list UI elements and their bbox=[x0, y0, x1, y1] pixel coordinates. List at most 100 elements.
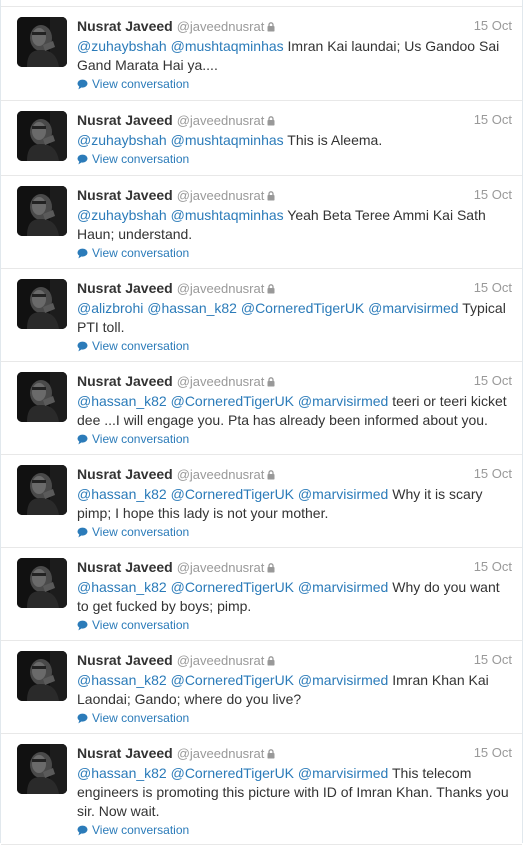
mention-link[interactable]: @marvisirmed bbox=[368, 300, 458, 316]
tweet-body: This is Aleema. bbox=[287, 132, 383, 148]
view-conversation-label: View conversation bbox=[92, 711, 190, 725]
tweet-timestamp[interactable]: 15 Oct bbox=[474, 464, 512, 484]
mention-link[interactable]: @hassan_k82 bbox=[147, 300, 237, 316]
tweet-item[interactable]: Nusrat Javeed @javeednusrat 15 Oct @zuhaybs… bbox=[1, 176, 522, 269]
lock-icon bbox=[267, 112, 275, 132]
author-handle[interactable]: @javeednusrat bbox=[177, 467, 265, 482]
author-name[interactable]: Nusrat Javeed bbox=[77, 373, 173, 389]
author-handle[interactable]: @javeednusrat bbox=[177, 19, 265, 34]
author-name[interactable]: Nusrat Javeed bbox=[77, 112, 173, 128]
view-conversation-link[interactable]: View conversation bbox=[77, 431, 512, 450]
mention-link[interactable]: @mushtaqminhas bbox=[171, 207, 284, 223]
mention-link[interactable]: @hassan_k82 bbox=[77, 486, 167, 502]
avatar[interactable] bbox=[17, 186, 67, 236]
view-conversation-link[interactable]: View conversation bbox=[77, 524, 512, 543]
mention-link[interactable]: @CorneredTigerUK bbox=[171, 579, 294, 595]
mention-link[interactable]: @CorneredTigerUK bbox=[171, 393, 294, 409]
tweet-timestamp[interactable]: 15 Oct bbox=[474, 110, 512, 130]
avatar[interactable] bbox=[17, 17, 67, 67]
mention-link[interactable]: @mushtaqminhas bbox=[171, 38, 284, 54]
tweet-timestamp[interactable]: 15 Oct bbox=[474, 557, 512, 577]
author-name[interactable]: Nusrat Javeed bbox=[77, 466, 173, 482]
author-name[interactable]: Nusrat Javeed bbox=[77, 187, 173, 203]
tweet-item[interactable]: Nusrat Javeed @javeednusrat 15 Oct @alizbro… bbox=[1, 269, 522, 362]
mention-link[interactable]: @marvisirmed bbox=[298, 765, 388, 781]
view-conversation-link[interactable]: View conversation bbox=[77, 76, 512, 95]
mention-link[interactable]: @zuhaybshah bbox=[77, 38, 167, 54]
mention-link[interactable]: @marvisirmed bbox=[298, 486, 388, 502]
avatar[interactable] bbox=[17, 651, 67, 701]
mention-link[interactable]: @mushtaqminhas bbox=[171, 132, 284, 148]
view-conversation-label: View conversation bbox=[92, 152, 190, 166]
author-handle[interactable]: @javeednusrat bbox=[177, 281, 265, 296]
lock-icon bbox=[267, 18, 275, 38]
view-conversation-link[interactable]: View conversation bbox=[77, 338, 512, 357]
view-conversation-link[interactable]: View conversation bbox=[77, 617, 512, 636]
speech-bubble-icon bbox=[77, 824, 88, 841]
tweet-header: Nusrat Javeed @javeednusrat 15 Oct bbox=[77, 743, 512, 763]
lock-icon bbox=[267, 280, 275, 300]
author-handle[interactable]: @javeednusrat bbox=[177, 653, 265, 668]
mention-link[interactable]: @CorneredTigerUK bbox=[171, 765, 294, 781]
avatar[interactable] bbox=[17, 111, 67, 161]
lock-icon bbox=[267, 466, 275, 486]
tweet-header: Nusrat Javeed @javeednusrat 15 Oct bbox=[77, 464, 512, 484]
mention-link[interactable]: @marvisirmed bbox=[298, 672, 388, 688]
tweet-item[interactable]: Nusrat Javeed @javeednusrat 15 Oct @hassan_… bbox=[1, 641, 522, 734]
author-name[interactable]: Nusrat Javeed bbox=[77, 280, 173, 296]
tweet-timestamp[interactable]: 15 Oct bbox=[474, 185, 512, 205]
author-name[interactable]: Nusrat Javeed bbox=[77, 652, 173, 668]
tweet-timestamp[interactable]: 15 Oct bbox=[474, 371, 512, 391]
avatar[interactable] bbox=[17, 558, 67, 608]
mention-link[interactable]: @CorneredTigerUK bbox=[241, 300, 364, 316]
view-conversation-link[interactable]: View conversation bbox=[77, 245, 512, 264]
mention-link[interactable]: @zuhaybshah bbox=[77, 132, 167, 148]
tweet-timestamp[interactable]: 15 Oct bbox=[474, 278, 512, 298]
timeline-top-edge bbox=[1, 0, 522, 7]
tweet-item[interactable]: Nusrat Javeed @javeednusrat 15 Oct @zuhaybs… bbox=[1, 101, 522, 176]
mention-link[interactable]: @marvisirmed bbox=[298, 579, 388, 595]
tweet-item[interactable]: Nusrat Javeed @javeednusrat 15 Oct @hassan_… bbox=[1, 734, 522, 845]
avatar[interactable] bbox=[17, 744, 67, 794]
tweet-text: @zuhaybshah @mushtaqminhas Imran Kai lau… bbox=[77, 37, 512, 75]
tweet-header: Nusrat Javeed @javeednusrat 15 Oct bbox=[77, 185, 512, 205]
tweet-item[interactable]: Nusrat Javeed @javeednusrat 15 Oct @hassan_… bbox=[1, 548, 522, 641]
tweet-item[interactable]: Nusrat Javeed @javeednusrat 15 Oct @zuhaybs… bbox=[1, 7, 522, 101]
mention-link[interactable]: @alizbrohi bbox=[77, 300, 143, 316]
tweet-text: @hassan_k82 @CorneredTigerUK @marvisirme… bbox=[77, 764, 512, 821]
lock-icon bbox=[267, 373, 275, 393]
view-conversation-link[interactable]: View conversation bbox=[77, 822, 512, 841]
view-conversation-label: View conversation bbox=[92, 823, 190, 837]
tweet-header: Nusrat Javeed @javeednusrat 15 Oct bbox=[77, 110, 512, 130]
author-handle[interactable]: @javeednusrat bbox=[177, 188, 265, 203]
tweet-item[interactable]: Nusrat Javeed @javeednusrat 15 Oct @hassan_… bbox=[1, 455, 522, 548]
author-name[interactable]: Nusrat Javeed bbox=[77, 18, 173, 34]
mention-link[interactable]: @hassan_k82 bbox=[77, 672, 167, 688]
lock-icon bbox=[267, 652, 275, 672]
tweet-timestamp[interactable]: 15 Oct bbox=[474, 650, 512, 670]
author-handle[interactable]: @javeednusrat bbox=[177, 746, 265, 761]
avatar[interactable] bbox=[17, 465, 67, 515]
mention-link[interactable]: @hassan_k82 bbox=[77, 765, 167, 781]
view-conversation-label: View conversation bbox=[92, 246, 190, 260]
view-conversation-link[interactable]: View conversation bbox=[77, 151, 512, 170]
author-name[interactable]: Nusrat Javeed bbox=[77, 745, 173, 761]
view-conversation-label: View conversation bbox=[92, 339, 190, 353]
mention-link[interactable]: @CorneredTigerUK bbox=[171, 672, 294, 688]
tweet-text: @zuhaybshah @mushtaqminhas This is Aleem… bbox=[77, 131, 512, 150]
tweet-item[interactable]: Nusrat Javeed @javeednusrat 15 Oct @hassan_… bbox=[1, 362, 522, 455]
avatar[interactable] bbox=[17, 279, 67, 329]
mention-link[interactable]: @CorneredTigerUK bbox=[171, 486, 294, 502]
author-handle[interactable]: @javeednusrat bbox=[177, 560, 265, 575]
view-conversation-link[interactable]: View conversation bbox=[77, 710, 512, 729]
author-name[interactable]: Nusrat Javeed bbox=[77, 559, 173, 575]
tweet-timestamp[interactable]: 15 Oct bbox=[474, 743, 512, 763]
author-handle[interactable]: @javeednusrat bbox=[177, 113, 265, 128]
mention-link[interactable]: @marvisirmed bbox=[298, 393, 388, 409]
avatar[interactable] bbox=[17, 372, 67, 422]
mention-link[interactable]: @hassan_k82 bbox=[77, 393, 167, 409]
tweet-timestamp[interactable]: 15 Oct bbox=[474, 16, 512, 36]
author-handle[interactable]: @javeednusrat bbox=[177, 374, 265, 389]
mention-link[interactable]: @zuhaybshah bbox=[77, 207, 167, 223]
mention-link[interactable]: @hassan_k82 bbox=[77, 579, 167, 595]
